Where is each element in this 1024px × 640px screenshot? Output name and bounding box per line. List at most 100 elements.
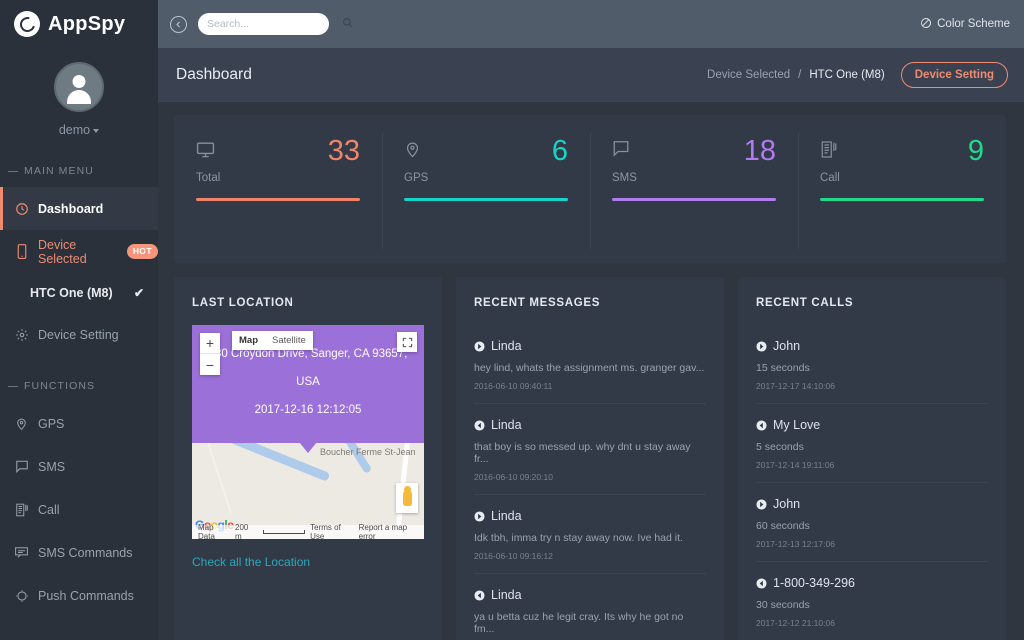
sidebar: AppSpy demo MAIN MENU Dashboard — [0, 0, 158, 640]
call-item[interactable]: My Love 5 seconds 2017-12-14 19:11:06 — [756, 404, 988, 483]
info-timestamp: 2017-12-16 12:12:05 — [192, 396, 424, 424]
speech-bubble-icon — [612, 140, 630, 162]
street-view-pegman-icon[interactable] — [396, 483, 418, 513]
panel-title: RECENT MESSAGES — [474, 297, 706, 309]
outgoing-arrow-icon — [756, 499, 767, 510]
call-log-icon — [14, 502, 29, 517]
message-item[interactable]: Linda Idk tbh, imma try n stay away now.… — [474, 495, 706, 574]
call-duration: 60 seconds — [756, 520, 988, 532]
map-type-map-button[interactable]: Map — [232, 331, 265, 350]
sidebar-item-device-selected[interactable]: Device Selected HOT › — [0, 230, 158, 273]
app-root: AppSpy demo MAIN MENU Dashboard — [0, 0, 1024, 640]
breadcrumb: Device Selected / HTC One (M8) Device Se… — [707, 62, 1008, 88]
message-name-label: Linda — [491, 509, 522, 523]
panel-title: RECENT CALLS — [756, 297, 988, 309]
profile-block: demo — [0, 48, 158, 153]
message-name-label: Linda — [491, 588, 522, 602]
stat-label: GPS — [404, 172, 568, 184]
message-timestamp: 2016-06-10 09:20:10 — [474, 472, 706, 482]
message-preview: hey lind, whats the assignment ms. grang… — [474, 362, 706, 374]
gear-icon — [14, 327, 29, 342]
map-zoom-out-button[interactable]: − — [200, 354, 220, 375]
chevron-right-icon: › — [144, 245, 148, 259]
map-terms-link[interactable]: Terms of Use — [310, 523, 353, 539]
search-box[interactable] — [198, 13, 329, 35]
map-widget[interactable]: 530 Croydon Drive, Sanger, CA 93657, USA… — [192, 325, 424, 539]
profile-name-label: demo — [59, 123, 90, 137]
sidebar-item-gps[interactable]: GPS — [0, 402, 158, 445]
message-item[interactable]: Linda that boy is so messed up. why dnt … — [474, 404, 706, 495]
sidebar-item-label: Device Selected — [38, 238, 116, 266]
map-zoom-controls[interactable]: + − — [200, 333, 220, 375]
sidebar-item-push-commands[interactable]: Push Commands — [0, 574, 158, 617]
call-duration: 30 seconds — [756, 599, 988, 611]
chevron-down-icon — [93, 129, 99, 133]
sidebar-item-sms[interactable]: SMS — [0, 445, 158, 488]
stat-call: 9 Call — [798, 137, 1006, 263]
map-pin-icon — [404, 140, 421, 164]
incoming-arrow-icon — [756, 578, 767, 589]
appspy-logo-icon — [14, 11, 40, 37]
call-item[interactable]: John 15 seconds 2017-12-17 14:10:06 — [756, 325, 988, 404]
top-bar: Color Scheme — [158, 0, 1024, 48]
monitor-icon — [196, 140, 215, 164]
map-scale-bar — [263, 530, 306, 534]
stat-bar — [820, 198, 984, 201]
stat-value: 18 — [744, 137, 776, 166]
sidebar-item-device-setting[interactable]: Device Setting — [0, 313, 158, 356]
map-scale-label: 200 m — [235, 523, 256, 539]
map-type-switcher[interactable]: Map Satellite — [232, 331, 313, 350]
message-item[interactable]: Linda hey lind, whats the assignment ms.… — [474, 325, 706, 404]
sidebar-item-sms-commands[interactable]: SMS Commands — [0, 531, 158, 574]
heading-dash — [8, 386, 18, 387]
message-item[interactable]: Linda ya u betta cuz he legit cray. Its … — [474, 574, 706, 640]
search-icon[interactable] — [342, 17, 353, 31]
sidebar-item-call[interactable]: Call — [0, 488, 158, 531]
message-timestamp: 2016-06-10 09:40:11 — [474, 381, 706, 391]
page-header: Dashboard Device Selected / HTC One (M8)… — [158, 48, 1024, 102]
check-all-location-link[interactable]: Check all the Location — [192, 555, 310, 569]
user-avatar-icon[interactable] — [54, 62, 104, 112]
device-setting-button[interactable]: Device Setting — [901, 62, 1008, 88]
call-item[interactable]: 1-800-349-296 30 seconds 2017-12-12 21:1… — [756, 562, 988, 640]
outgoing-arrow-icon — [474, 341, 485, 352]
collapse-left-icon[interactable] — [170, 16, 187, 33]
map-fullscreen-icon[interactable] — [397, 332, 417, 352]
stat-value: 33 — [328, 137, 360, 166]
message-name-label: Linda — [491, 339, 522, 353]
stat-sms: 18 SMS — [590, 137, 798, 263]
message-sender: Linda — [474, 588, 706, 602]
color-scheme-button[interactable]: Color Scheme — [920, 17, 1010, 32]
call-contact: John — [756, 339, 988, 353]
mobile-device-icon — [14, 244, 29, 259]
sidebar-subitem-htc-one-m8[interactable]: HTC One (M8) ✔ — [0, 273, 158, 313]
main-area: Color Scheme Dashboard Device Selected /… — [158, 0, 1024, 640]
check-icon: ✔ — [134, 286, 144, 300]
message-preview: ya u betta cuz he legit cray. Its why he… — [474, 611, 706, 635]
content-area: 33 Total 6 GPS — [158, 102, 1024, 640]
search-input[interactable] — [207, 18, 342, 30]
incoming-arrow-icon — [756, 420, 767, 431]
call-item[interactable]: John 60 seconds 2017-12-13 12:17:06 — [756, 483, 988, 562]
call-name-label: John — [773, 339, 800, 353]
pegman-figure — [403, 490, 412, 506]
map-attribution-bar: Map Data 200 m Terms of Use Report a map… — [192, 525, 424, 539]
profile-name-dropdown[interactable]: demo — [0, 123, 158, 137]
message-timestamp: 2016-06-10 09:16:12 — [474, 551, 706, 561]
call-contact: My Love — [756, 418, 988, 432]
call-timestamp: 2017-12-17 14:10:06 — [756, 381, 988, 391]
speech-bubble-icon — [14, 459, 29, 474]
sidebar-item-dashboard[interactable]: Dashboard — [0, 187, 158, 230]
breadcrumb-parent[interactable]: Device Selected — [707, 69, 790, 81]
sms-command-icon — [14, 545, 29, 560]
sidebar-item-label: Push Commands — [38, 589, 134, 603]
sidebar-item-label: Call — [38, 503, 60, 517]
map-type-satellite-button[interactable]: Satellite — [265, 331, 313, 350]
message-name-label: Linda — [491, 418, 522, 432]
brand[interactable]: AppSpy — [0, 0, 158, 48]
incoming-arrow-icon — [474, 420, 485, 431]
sidebar-item-label: Dashboard — [38, 202, 103, 216]
map-report-error-link[interactable]: Report a map error — [359, 523, 421, 539]
map-zoom-in-button[interactable]: + — [200, 333, 220, 354]
panel-title: LAST LOCATION — [192, 297, 424, 309]
